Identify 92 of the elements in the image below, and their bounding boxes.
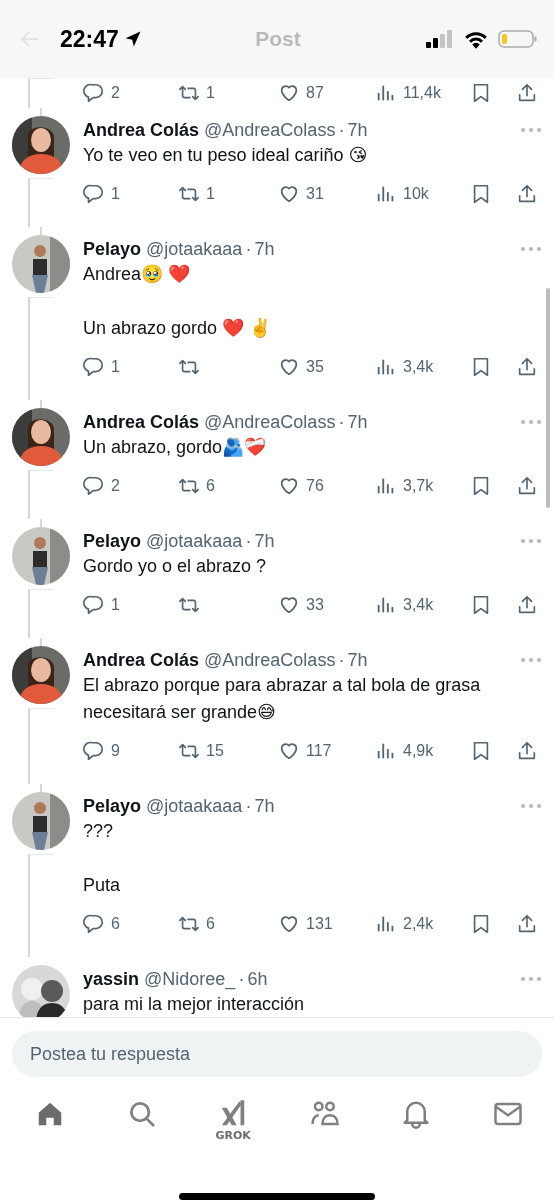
post-time: 7h [347,119,368,141]
reply-icon[interactable] [83,356,105,378]
replies-count: 2 [111,84,120,102]
views-count: 11,4k [403,84,441,102]
separator-dot: · [245,238,252,260]
author-name[interactable]: yassin [83,968,140,990]
share-icon[interactable] [516,740,538,762]
likes-count: 131 [306,915,333,933]
author-name[interactable]: Andrea Colás [83,119,200,141]
tweet-text: Puta [83,874,122,897]
post-time: 7h [254,238,275,260]
views-count: 3,4k [403,596,434,614]
post-time: 6h [247,968,268,990]
reply-icon[interactable] [83,594,105,616]
share-icon[interactable] [516,475,538,497]
author-name[interactable]: Pelayo [83,530,142,552]
separator-dot: · [338,649,345,671]
likes-count: 35 [306,358,324,376]
author-handle: @AndreaColass [204,411,336,433]
nav-tab[interactable]: GROK [213,1099,254,1145]
wifi-icon [463,29,489,49]
post-time: 7h [254,530,275,552]
likes-count: 117 [306,742,332,760]
separator-dot: · [238,968,245,990]
heart-icon[interactable] [278,356,300,378]
post-time: 7h [254,795,275,817]
likes-count: 31 [306,185,324,203]
share-icon[interactable] [516,82,538,104]
reply-icon[interactable] [83,475,105,497]
tweet-text: Gordo yo o el abrazo ? [83,555,268,578]
battery-icon [498,29,538,49]
reply-icon[interactable] [83,82,105,104]
author-name[interactable]: Pelayo [83,795,142,817]
tweet-text: ??? [83,820,115,843]
page-title: Post [255,27,301,51]
clock-time: 22:47 [60,25,119,53]
replies-count: 1 [111,596,120,614]
heart-icon[interactable] [278,740,300,762]
author-handle: @jotaakaaa [146,238,243,260]
separator-dot: · [245,795,252,817]
replies-count: 6 [111,915,120,933]
author-name[interactable]: Andrea Colás [83,411,200,433]
views-count: 10k [403,185,429,203]
heart-icon[interactable] [278,594,300,616]
reposts-count: 6 [206,477,215,495]
share-icon[interactable] [516,913,538,935]
likes-count: 87 [306,84,324,102]
views-count: 2,4k [403,915,434,933]
author-name[interactable]: Andrea Colás [83,649,200,671]
heart-icon[interactable] [278,913,300,935]
likes-count: 76 [306,477,324,495]
tweet-text: El abrazo porque para abrazar a tal bola de grasa necesitará ser grande😅 [83,674,482,724]
share-icon[interactable] [516,183,538,205]
reposts-count: 1 [206,84,215,102]
replies-count: 9 [111,742,120,760]
author-handle: @jotaakaaa [146,795,243,817]
likes-count: 33 [306,596,324,614]
tweet-text: Andrea🥹 ❤ [83,263,192,286]
reply-icon[interactable] [83,740,105,762]
views-count: 4,9k [403,742,434,760]
separator-dot: · [338,119,345,141]
reply-icon[interactable] [83,913,105,935]
tweet-text: Un abrazo gordo ❤ ✌ [83,317,273,340]
heart-icon[interactable] [278,82,300,104]
author-name[interactable]: Pelayo [83,238,142,260]
replies-count: 1 [111,185,120,203]
separator-dot: · [245,530,252,552]
post-time: 7h [347,649,368,671]
signal-icon [426,30,454,48]
share-icon[interactable] [516,356,538,378]
replies-count: 1 [111,358,120,376]
author-handle: @AndreaColass [204,119,336,141]
tweet-text: Un abrazo, gordo🫂❤‍🩹 [83,436,268,459]
reposts-count: 1 [206,185,215,203]
reposts-count: 15 [206,742,224,760]
views-count: 3,7k [403,477,434,495]
share-icon[interactable] [516,594,538,616]
heart-icon[interactable] [278,183,300,205]
tweet-text: para mi la mejor interacción [83,993,306,1016]
scrollbar[interactable] [546,288,550,508]
post-time: 7h [347,411,368,433]
heart-icon[interactable] [278,475,300,497]
separator-dot: · [338,411,345,433]
author-handle: @Nidoree_ [144,968,236,990]
replies-count: 2 [111,477,120,495]
author-handle: @AndreaColass [204,649,336,671]
reply-field[interactable]: Postea tu respuesta [12,1031,542,1077]
views-count: 3,4k [403,358,434,376]
reposts-count: 6 [206,915,215,933]
reply-icon[interactable] [83,183,105,205]
tweet-text: Yo te veo en tu peso ideal cariño 😘 [83,144,369,167]
author-handle: @jotaakaaa [146,530,243,552]
